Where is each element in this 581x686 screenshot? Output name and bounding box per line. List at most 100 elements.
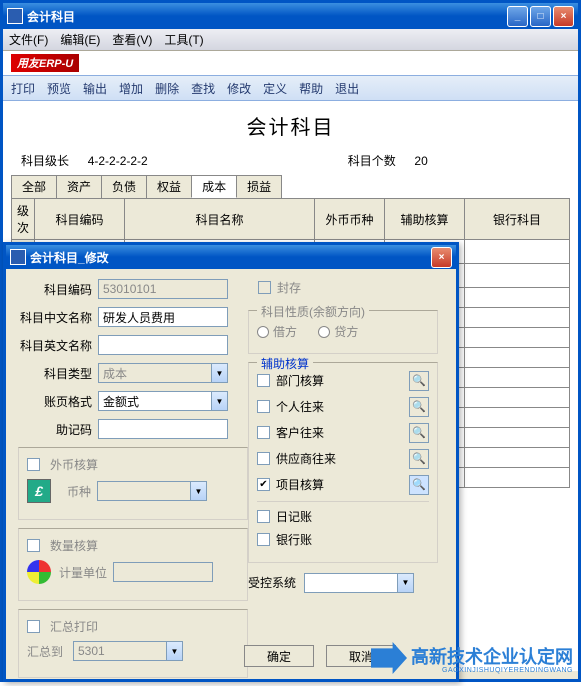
person-label: 个人往来 (276, 398, 324, 415)
summary-label: 汇总到 (27, 643, 73, 660)
tb-modify[interactable]: 修改 (227, 80, 251, 97)
maximize-button[interactable]: □ (530, 6, 551, 27)
controlled-select[interactable]: ▼ (304, 573, 414, 593)
customer-label: 客户往来 (276, 424, 324, 441)
search-icon[interactable]: 🔍 (409, 397, 429, 417)
menu-view[interactable]: 查看(V) (112, 31, 152, 48)
ename-input[interactable] (98, 335, 228, 355)
chevron-down-icon: ▼ (211, 364, 227, 382)
tab-asset[interactable]: 资产 (56, 175, 102, 198)
app-icon (7, 8, 23, 24)
col-bank: 银行科目 (465, 199, 570, 240)
tb-preview[interactable]: 预览 (47, 80, 71, 97)
debit-radio: 借方 (257, 323, 297, 340)
nature-fieldset: 科目性质(余额方向) 借方 贷方 (248, 310, 438, 354)
tb-print[interactable]: 打印 (11, 80, 35, 97)
qty-fieldset: 数量核算 计量单位 (18, 528, 248, 601)
watermark: 高新技术企业认定网 GAOXINJISHUQIYERENDINGWANG (371, 642, 573, 674)
tab-liab[interactable]: 负债 (101, 175, 147, 198)
aux-fieldset: 辅助核算 部门核算🔍 个人往来🔍 客户往来🔍 供应商往来🔍 ✔项目核算🔍 日记账… (248, 362, 438, 563)
daily-label: 日记账 (276, 508, 312, 525)
cname-input[interactable] (98, 307, 228, 327)
window-title: 会计科目 (27, 8, 507, 25)
dialog-close-button[interactable]: × (431, 247, 452, 268)
aux-legend: 辅助核算 (257, 355, 313, 372)
type-select: 成本 ▼ (98, 363, 228, 383)
bank-label: 银行账 (276, 531, 312, 548)
project-checkbox[interactable]: ✔ (257, 478, 270, 491)
customer-checkbox[interactable] (257, 426, 270, 439)
dialog-title: 会计科目_修改 (30, 249, 431, 266)
chevron-down-icon[interactable]: ▼ (397, 574, 413, 592)
controlled-label: 受控系统 (248, 574, 304, 591)
summary-fieldset: 汇总打印 汇总到 5301▼ (18, 609, 248, 678)
col-currency: 外币币种 (315, 199, 385, 240)
cname-label: 科目中文名称 (18, 309, 92, 326)
col-name: 科目名称 (125, 199, 315, 240)
tb-help[interactable]: 帮助 (299, 80, 323, 97)
search-icon[interactable]: 🔍 (409, 371, 429, 391)
summary-select: 5301▼ (73, 641, 183, 661)
logo: 用友ERP-U (11, 54, 79, 72)
nature-legend: 科目性质(余额方向) (257, 303, 369, 320)
summary-legend: 汇总打印 (46, 618, 102, 635)
search-icon[interactable]: 🔍 (409, 449, 429, 469)
tb-export[interactable]: 输出 (83, 80, 107, 97)
watermark-icon (371, 642, 407, 674)
tb-find[interactable]: 查找 (191, 80, 215, 97)
main-titlebar[interactable]: 会计科目 _ □ × (3, 3, 578, 29)
edit-dialog: 会计科目_修改 × 科目编码 科目中文名称 科目英文名称 科目类型 成本 (3, 242, 459, 682)
menu-tools[interactable]: 工具(T) (164, 31, 203, 48)
close-button[interactable]: × (553, 6, 574, 27)
qty-legend: 数量核算 (46, 537, 102, 554)
tb-define[interactable]: 定义 (263, 80, 287, 97)
ename-label: 科目英文名称 (18, 337, 92, 354)
menu-edit[interactable]: 编辑(E) (60, 31, 100, 48)
pie-icon (27, 560, 51, 584)
menubar: 文件(F) 编辑(E) 查看(V) 工具(T) (3, 29, 578, 51)
person-checkbox[interactable] (257, 400, 270, 413)
col-seq: 级次 (12, 199, 35, 240)
ok-button[interactable]: 确定 (244, 645, 314, 667)
menu-file[interactable]: 文件(F) (9, 31, 48, 48)
tb-delete[interactable]: 删除 (155, 80, 179, 97)
mnemonic-input[interactable] (98, 419, 228, 439)
dialog-titlebar[interactable]: 会计科目_修改 × (6, 245, 456, 269)
qty-checkbox[interactable] (27, 539, 40, 552)
watermark-text: 高新技术企业认定网 (411, 643, 573, 669)
tab-pl[interactable]: 损益 (236, 175, 282, 198)
code-input (98, 279, 228, 299)
qty-label: 计量单位 (51, 564, 107, 581)
chevron-down-icon[interactable]: ▼ (211, 392, 227, 410)
tab-strip: 全部 资产 负债 权益 成本 损益 (11, 175, 570, 198)
toolbar: 打印 预览 输出 增加 删除 查找 修改 定义 帮助 退出 (3, 75, 578, 101)
tb-add[interactable]: 增加 (119, 80, 143, 97)
tab-equity[interactable]: 权益 (146, 175, 192, 198)
tab-cost[interactable]: 成本 (191, 175, 237, 198)
seal-checkbox (258, 281, 271, 294)
col-code: 科目编码 (35, 199, 125, 240)
dept-checkbox[interactable] (257, 374, 270, 387)
level-value: 4-2-2-2-2-2 (88, 154, 148, 168)
col-aux: 辅助核算 (385, 199, 465, 240)
vendor-label: 供应商往来 (276, 450, 336, 467)
format-select[interactable]: 金额式 ▼ (98, 391, 228, 411)
vendor-checkbox[interactable] (257, 452, 270, 465)
chevron-down-icon: ▼ (166, 642, 182, 660)
bank-checkbox[interactable] (257, 533, 270, 546)
search-icon[interactable]: 🔍 (409, 475, 429, 495)
code-label: 科目编码 (18, 281, 92, 298)
currency-checkbox[interactable] (27, 458, 40, 471)
dialog-icon (10, 249, 26, 265)
summary-checkbox[interactable] (27, 620, 40, 633)
currency-label: 币种 (51, 483, 91, 500)
minimize-button[interactable]: _ (507, 6, 528, 27)
pound-icon: £ (27, 479, 51, 503)
tb-exit[interactable]: 退出 (335, 80, 359, 97)
daily-checkbox[interactable] (257, 510, 270, 523)
currency-select: ▼ (97, 481, 207, 501)
currency-legend: 外币核算 (46, 456, 102, 473)
tab-all[interactable]: 全部 (11, 175, 57, 198)
currency-fieldset: 外币核算 £ 币种 ▼ (18, 447, 248, 520)
search-icon[interactable]: 🔍 (409, 423, 429, 443)
